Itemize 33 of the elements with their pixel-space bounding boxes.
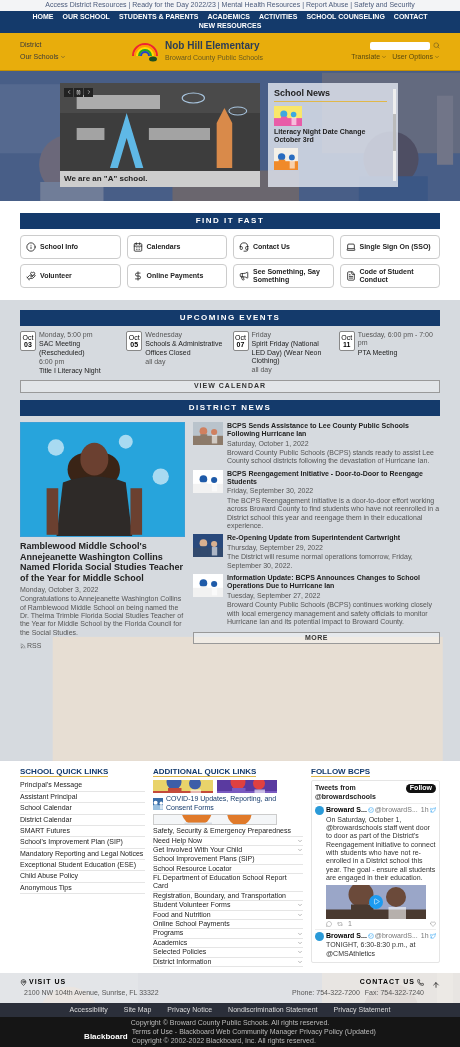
calendar-icon (132, 241, 143, 252)
rainbow-logo (130, 40, 160, 63)
bird-icon (430, 933, 436, 940)
headset-icon (239, 241, 249, 252)
column-heading: ADDITIONAL QUICK LINKS (153, 766, 257, 778)
play-icon (372, 898, 380, 906)
chevron-icon (434, 53, 440, 60)
chevron-icon (381, 53, 388, 60)
verified-icon (367, 933, 374, 940)
vendor-logo: Blackboard (84, 1032, 128, 1042)
heart-icon[interactable] (430, 920, 436, 927)
search-icon[interactable] (433, 42, 440, 50)
section-heading: FIND IT FAST (20, 212, 440, 229)
chevron-icon (59, 53, 66, 60)
phone-icon (417, 978, 424, 986)
avatar (315, 932, 324, 942)
search-field[interactable] (370, 41, 430, 50)
back-to-top-icon[interactable] (432, 981, 440, 989)
map-pin-icon (20, 978, 27, 986)
hand-heart-icon (26, 270, 36, 281)
retweet-icon[interactable] (337, 920, 343, 927)
reply-icon[interactable] (326, 920, 332, 927)
column-heading: FOLLOW BCPS (311, 766, 371, 778)
laptop-icon (345, 241, 356, 252)
info-icon (26, 241, 36, 252)
avatar (315, 806, 324, 816)
dollar-icon (132, 270, 143, 281)
verified-icon (367, 807, 374, 814)
megaphone-icon (239, 270, 249, 281)
column-heading: SCHOOL QUICK LINKS (20, 766, 109, 778)
school-name: Nob Hill Elementary (165, 40, 261, 53)
document-icon (345, 270, 356, 281)
bird-icon (430, 807, 436, 814)
